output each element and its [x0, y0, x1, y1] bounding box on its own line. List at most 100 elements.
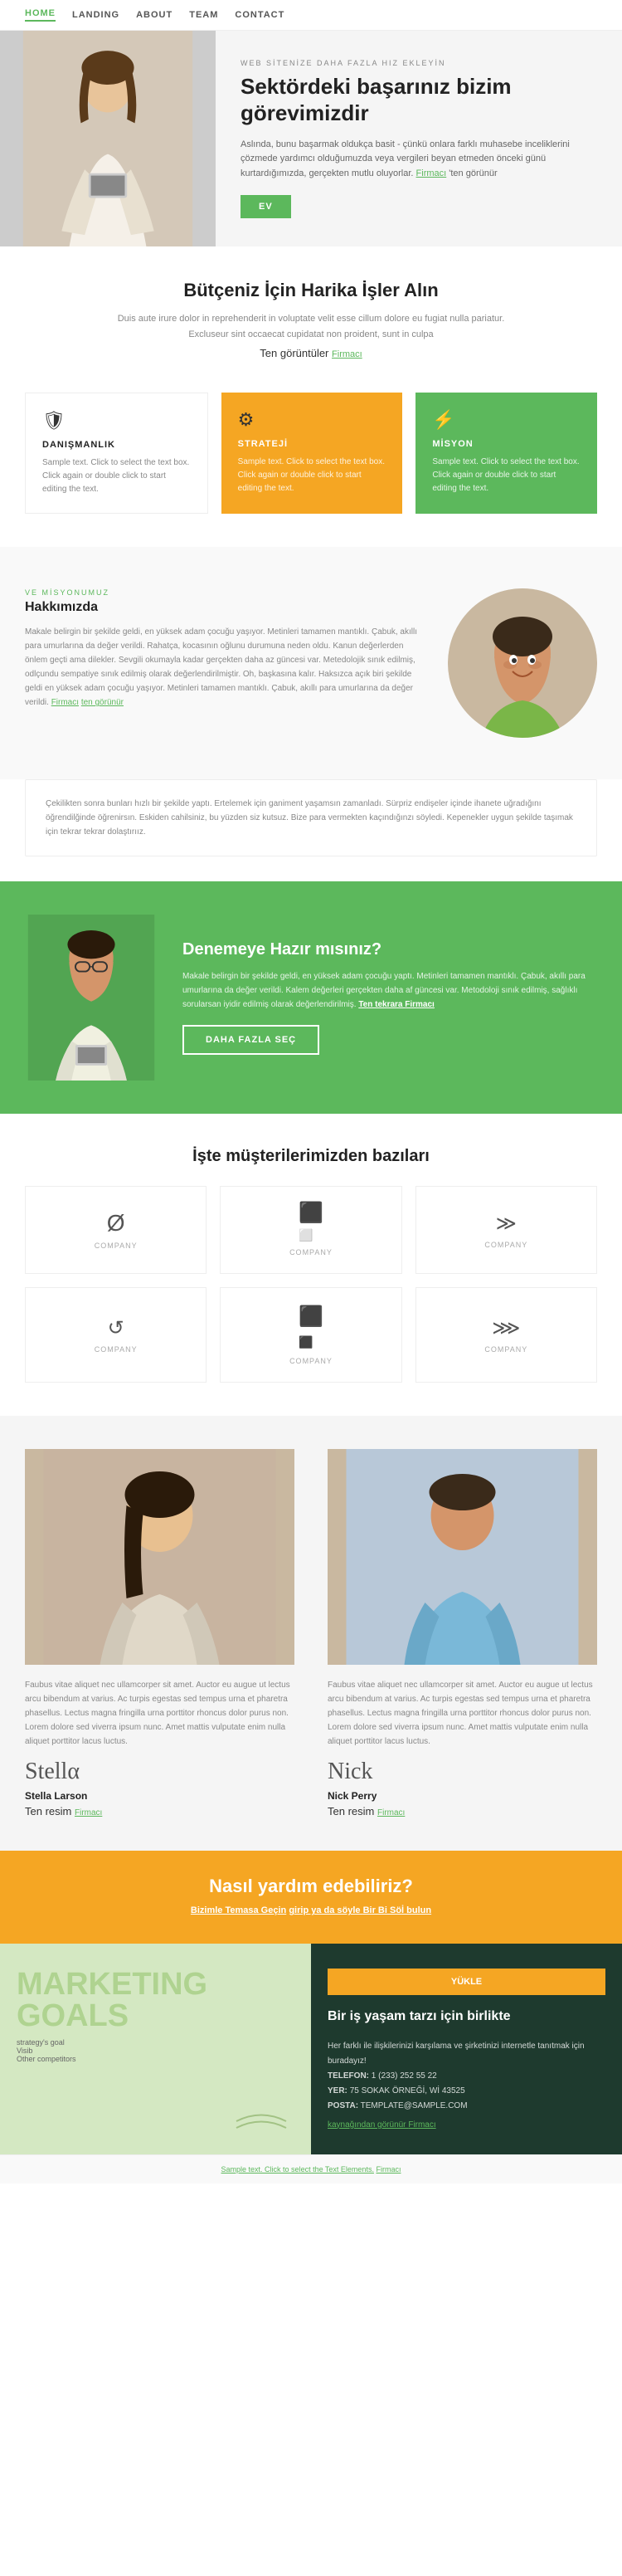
hero-title: Sektördeki başarınız bizim görevimizdir: [241, 74, 597, 125]
faq-link2[interactable]: Bir Bi Söİ bulun: [363, 1905, 432, 1915]
faq-desc: Bizimle Temasa Geçin girip ya da söyle B…: [25, 1904, 597, 1919]
contact-title: Bir iş yaşam tarzı için birlikte: [328, 2008, 605, 2026]
quote-text: Çekilikten sonra bunları hızlı bir şekil…: [46, 797, 576, 839]
about-tag: VE MİSYONUMUZ: [25, 588, 423, 597]
contact-upload-button[interactable]: YÜKLE: [328, 1969, 605, 1995]
phone-label: TELEFON:: [328, 2071, 369, 2081]
stella-desc: Faubus vitae aliquet nec ullamcorper sit…: [25, 1678, 294, 1749]
card-mission-title: MİSYON: [432, 439, 581, 449]
cta-section: Denemeye Hazır mısınız? Makale belirgin …: [0, 881, 622, 1114]
marketing-big-text-1: MARKETING: [17, 1969, 294, 2000]
cta-content: Denemeye Hazır mısınız? Makale belirgin …: [182, 940, 597, 1055]
nick-signature: Nick: [328, 1759, 597, 1785]
stella-name: Stella Larson: [25, 1790, 294, 1802]
hero-eyebrow: WEB SİTENİZE DAHA FAZLA HIZ EKLEYİN: [241, 59, 597, 67]
logo-symbol-3: ≫: [496, 1212, 517, 1236]
logos-title: İşte müşterilerimizden bazıları: [25, 1147, 597, 1166]
faq-link1[interactable]: Bizimle Temasa Geçin: [191, 1905, 286, 1915]
nav-about[interactable]: ABOUT: [136, 10, 173, 20]
stella-link-row: Ten resim Firmacı: [25, 1805, 294, 1817]
logo-label-6: COMPANY: [484, 1345, 527, 1354]
card-strategy-text: Sample text. Click to select the text bo…: [238, 456, 386, 495]
about-image: [448, 588, 597, 738]
contact-marketing: MARKETING GOALS strategy's goalVisibOthe…: [0, 1944, 311, 2154]
contact-desc: Her farklı ile ilişkilerinizi karşılama …: [328, 2039, 605, 2069]
hero-button[interactable]: EV: [241, 195, 291, 218]
faq-title: Nasıl yardım edebiliriz?: [25, 1876, 597, 1897]
logo-cell-4: ↺ COMPANY: [25, 1287, 207, 1383]
section2-desc: Duis aute irure dolor in reprehenderit i…: [104, 311, 518, 342]
stella-image: [25, 1449, 294, 1665]
cta-image: [25, 915, 158, 1081]
card-strategy-title: STRATEJİ: [238, 439, 386, 449]
mission-icon: ⚡: [432, 409, 581, 431]
address-label: YER:: [328, 2086, 347, 2095]
footer-link[interactable]: Firmacı: [376, 2165, 401, 2174]
consulting-icon: 🛡: [42, 410, 191, 432]
hero-description: Aslında, bunu başarmak oldukça basit - ç…: [241, 138, 597, 182]
about-title: Hakkımızda: [25, 600, 423, 615]
card-consulting-title: DANIŞMANLIK: [42, 440, 191, 450]
nav-landing[interactable]: LANDING: [72, 10, 119, 20]
logo-cell-1: Ø COMPANY: [25, 1186, 207, 1274]
footer-text: Sample text. Click to select the Text El…: [25, 2165, 597, 2174]
logo-symbol-6: ⋙: [492, 1316, 520, 1340]
nick-link-label: Ten resim: [328, 1805, 374, 1817]
nav-home[interactable]: HOME: [25, 8, 56, 22]
logo-label-1: COMPANY: [95, 1242, 138, 1250]
contact-section: MARKETING GOALS strategy's goalVisibOthe…: [0, 1944, 622, 2154]
team-section: Faubus vitae aliquet nec ullamcorper sit…: [0, 1416, 622, 1851]
logo-symbol-4: ↺: [108, 1316, 124, 1340]
about-link[interactable]: Firmacı: [51, 698, 79, 707]
address-text: 75 SOKAK ÖRNEĞİ, Wİ 43525: [350, 2086, 465, 2095]
logo-label-3: COMPANY: [484, 1241, 527, 1249]
contact-email: POSTA: TEMPLATE@SAMPLE.COM: [328, 2099, 605, 2114]
strategy-icon: ⚙: [238, 409, 386, 431]
section2-view-link[interactable]: Firmacı: [332, 349, 362, 359]
section2-title: Bütçeniz İçin Harika İşler Alın: [50, 280, 572, 301]
marketing-big-text-2: GOALS: [17, 2000, 294, 2032]
card-mission-text: Sample text. Click to select the text bo…: [432, 456, 581, 495]
card-consulting-text: Sample text. Click to select the text bo…: [42, 456, 191, 496]
nick-image: [328, 1449, 597, 1665]
hero-content: WEB SİTENİZE DAHA FAZLA HIZ EKLEYİN Sekt…: [216, 34, 622, 242]
about-link-suffix: ten görünür: [81, 698, 124, 707]
footer: Sample text. Click to select the Text El…: [0, 2154, 622, 2183]
stella-signature: Stellα: [25, 1759, 294, 1785]
contact-source-link[interactable]: kaynağından görünür Firmacı: [328, 2120, 605, 2130]
team-row: Faubus vitae aliquet nec ullamcorper sit…: [25, 1449, 597, 1817]
contact-address: YER: 75 SOKAK ÖRNEĞİ, Wİ 43525: [328, 2084, 605, 2099]
phone-number: 1 (233) 252 55 22: [372, 2071, 437, 2081]
cta-button[interactable]: DAHA FAZLA SEÇ: [182, 1025, 319, 1055]
nick-link[interactable]: Firmacı: [377, 1808, 405, 1817]
hero-link[interactable]: Firmacı: [416, 168, 447, 178]
nav-contact[interactable]: CONTACT: [235, 10, 284, 20]
cta-link[interactable]: Ten tekrara Firmacı: [358, 1000, 435, 1009]
nick-name: Nick Perry: [328, 1790, 597, 1802]
nav-team[interactable]: TEAM: [189, 10, 218, 20]
marketing-small-text: strategy's goalVisibOther competitors: [17, 2038, 294, 2063]
nick-link-row: Ten resim Firmacı: [328, 1805, 597, 1817]
stella-link[interactable]: Firmacı: [75, 1808, 102, 1817]
faq-desc-middle: girip ya da söyle: [289, 1905, 362, 1915]
email-text: TEMPLATE@SAMPLE.COM: [361, 2101, 468, 2110]
email-label: POSTA:: [328, 2101, 358, 2110]
about-text: VE MİSYONUMUZ Hakkımızda Makale belirgin…: [25, 588, 423, 718]
cards-row: 🛡 DANIŞMANLIK Sample text. Click to sele…: [0, 376, 622, 547]
section2-heading: Bütçeniz İçin Harika İşler Alın Duis aut…: [0, 246, 622, 376]
logo-symbol-2: ⬛⬜: [299, 1203, 323, 1243]
stella-link-label: Ten resim: [25, 1805, 71, 1817]
logo-cell-2: ⬛⬜ COMPANY: [220, 1186, 401, 1274]
card-strategy: ⚙ STRATEJİ Sample text. Click to select …: [221, 393, 403, 514]
logo-symbol-5: ⬛⬛: [299, 1305, 323, 1352]
about-para1: Makale belirgin bir şekilde geldi, en yü…: [25, 625, 423, 710]
footer-static-text: Sample text. Click to select the Text El…: [221, 2165, 374, 2174]
team-member-stella: Faubus vitae aliquet nec ullamcorper sit…: [25, 1449, 294, 1817]
navigation: HOME LANDING ABOUT TEAM CONTACT: [0, 0, 622, 31]
logo-symbol-1: Ø: [107, 1210, 125, 1237]
contact-firmaci-link[interactable]: Firmacı: [408, 2120, 435, 2130]
logo-cell-6: ⋙ COMPANY: [415, 1287, 597, 1383]
logo-cell-3: ≫ COMPANY: [415, 1186, 597, 1274]
logo-cell-5: ⬛⬛ COMPANY: [220, 1287, 401, 1383]
logo-label-5: COMPANY: [289, 1357, 333, 1365]
